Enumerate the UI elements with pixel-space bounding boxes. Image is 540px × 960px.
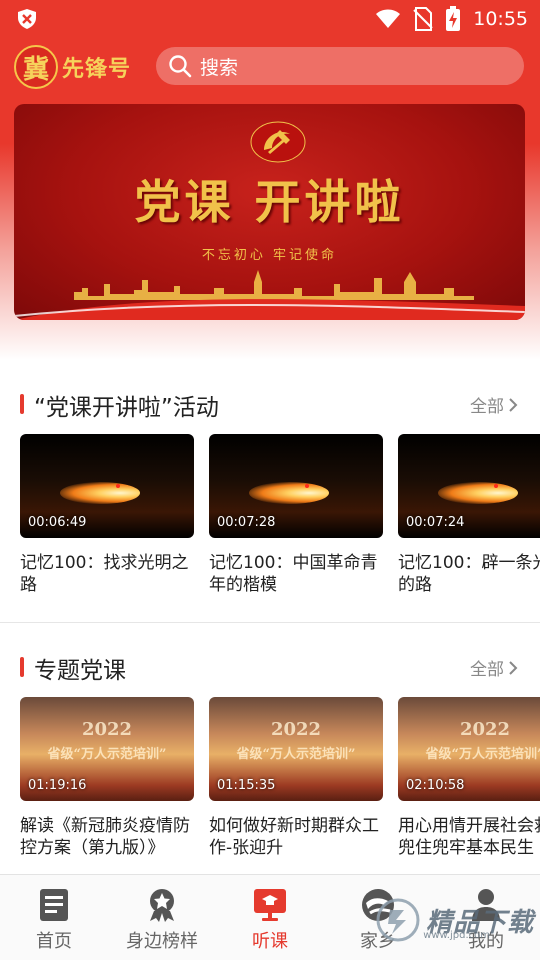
search-icon [169, 55, 192, 78]
video-title: 记忆100：找求光明之路 [20, 553, 189, 595]
nav-home[interactable]: 首页 [0, 875, 108, 960]
no-sim-icon [413, 7, 433, 31]
section-title: “党课开讲啦”活动 [34, 395, 219, 421]
section-title: 专题党课 [34, 658, 126, 684]
video-card[interactable]: 2022 省级“万人示范培训” 01:19:16 解读《新冠肺炎疫情防控方案（第… [20, 697, 194, 859]
video-title: 用心用情开展社会救助 兜住兜牢基本民生 [398, 816, 540, 858]
section-accent-bar [20, 394, 24, 414]
video-duration: 02:10:58 [406, 778, 465, 793]
content-area: “党课开讲啦”活动 全部 00:06:49 记忆100：找求光明之路 00:07… [0, 360, 540, 874]
battery-charging-icon [446, 6, 461, 31]
view-all-button[interactable]: 全部 [470, 655, 518, 680]
thumbnail-year: 2022 [81, 719, 133, 740]
status-time: 10:55 [473, 8, 528, 30]
thumbnail-tagline: 省级“万人示范培训” [47, 747, 167, 762]
video-duration: 01:19:16 [28, 778, 87, 793]
thumbnail-year: 2022 [270, 719, 322, 740]
section-header: “党课开讲啦”活动 全部 [0, 384, 540, 424]
video-thumbnail: 00:06:49 [20, 434, 194, 538]
flame-graphic [60, 482, 140, 504]
lecture-screen-icon [254, 889, 286, 921]
skyline-graphic [14, 270, 525, 320]
video-thumbnail: 00:07:24 [398, 434, 540, 538]
video-duration: 00:07:28 [217, 515, 276, 530]
flame-graphic [438, 482, 518, 504]
spark-graphic [494, 484, 498, 488]
chevron-right-icon [509, 660, 518, 675]
thumbnail-year: 2022 [459, 719, 511, 740]
thumbnail-tagline: 省级“万人示范培训” [236, 747, 356, 762]
video-duration: 00:06:49 [28, 515, 87, 530]
video-carousel[interactable]: 00:06:49 记忆100：找求光明之路 00:07:28 记忆100：中国革… [20, 434, 540, 604]
nav-label: 首页 [36, 931, 72, 952]
video-card[interactable]: 00:06:49 记忆100：找求光明之路 [20, 434, 194, 596]
shield-icon [18, 9, 36, 29]
wifi-icon [376, 9, 401, 28]
logo-text: 先锋号 [62, 56, 132, 82]
nav-lectures[interactable]: 听课 [216, 875, 324, 960]
video-thumbnail: 00:07:28 [209, 434, 383, 538]
nav-label: 听课 [252, 931, 288, 952]
thumbnail-tagline: 省级“万人示范培训” [425, 747, 540, 762]
video-thumbnail: 2022 省级“万人示范培训” 01:19:16 [20, 697, 194, 801]
section-header: 专题党课 全部 [0, 647, 540, 687]
section-accent-bar [20, 657, 24, 677]
video-title: 解读《新冠肺炎疫情防控方案（第九版）》 [20, 816, 190, 858]
flame-graphic [249, 482, 329, 504]
video-thumbnail: 2022 省级“万人示范培训” 01:15:35 [209, 697, 383, 801]
status-bar: 10:55 [0, 0, 540, 36]
app-header: 冀 先锋号 搜索 [0, 44, 540, 90]
watermark-logo-icon [376, 898, 420, 942]
video-card[interactable]: 00:07:24 记忆100：辟一条光明的路 [398, 434, 540, 596]
medal-icon [150, 889, 174, 922]
view-all-label: 全部 [470, 397, 504, 417]
video-card[interactable]: 2022 省级“万人示范培训” 01:15:35 如何做好新时期群众工作-张迎升 [209, 697, 383, 859]
video-card[interactable]: 00:07:28 记忆100：中国革命青年的楷模 [209, 434, 383, 596]
banner-title: 党课 开讲啦 [134, 175, 405, 229]
search-placeholder: 搜索 [200, 56, 239, 79]
video-title: 如何做好新时期群众工作-张迎升 [209, 816, 379, 858]
app-logo[interactable]: 冀 先锋号 [14, 44, 131, 90]
video-title: 记忆100：中国革命青年的楷模 [209, 553, 378, 595]
banner[interactable]: 党课 开讲啦 不忘初心 牢记使命 [14, 104, 525, 320]
view-all-button[interactable]: 全部 [470, 392, 518, 417]
search-bar[interactable]: 搜索 [156, 47, 524, 85]
party-emblem-icon [250, 121, 306, 163]
video-thumbnail: 2022 省级“万人示范培训” 02:10:58 [398, 697, 540, 801]
video-carousel[interactable]: 2022 省级“万人示范培训” 01:19:16 解读《新冠肺炎疫情防控方案（第… [20, 697, 540, 867]
spark-graphic [116, 484, 120, 488]
section-divider [0, 622, 540, 623]
watermark: 精品下载 www.jpd.com [374, 896, 534, 944]
video-duration: 00:07:24 [406, 515, 465, 530]
document-icon [40, 889, 68, 921]
nav-role-models[interactable]: 身边榜样 [108, 875, 216, 960]
video-card[interactable]: 2022 省级“万人示范培训” 02:10:58 用心用情开展社会救助 兜住兜牢… [398, 697, 540, 859]
video-duration: 01:15:35 [217, 778, 276, 793]
spark-graphic [305, 484, 309, 488]
chevron-right-icon [509, 397, 518, 412]
logo-emblem: 冀 [14, 45, 58, 89]
watermark-url: www.jpd.com [423, 930, 490, 941]
video-title: 记忆100：辟一条光明的路 [398, 553, 540, 595]
nav-label: 身边榜样 [126, 931, 198, 952]
view-all-label: 全部 [470, 660, 504, 680]
